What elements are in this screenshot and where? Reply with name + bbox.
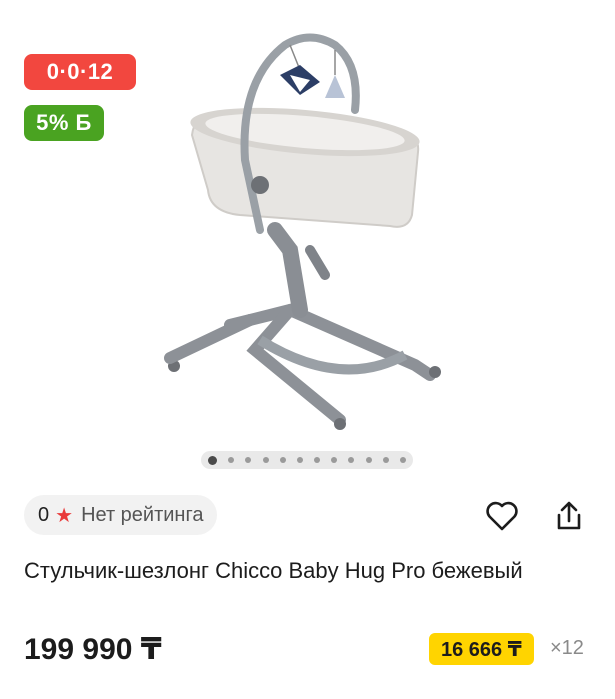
share-button[interactable] bbox=[551, 498, 587, 534]
gallery-dot[interactable] bbox=[382, 457, 389, 463]
favorite-button[interactable] bbox=[484, 498, 520, 534]
gallery-dot[interactable] bbox=[245, 457, 252, 463]
heart-icon bbox=[486, 501, 518, 531]
installment-badge: 0·0·12 bbox=[24, 54, 136, 90]
gallery-dot[interactable] bbox=[331, 457, 338, 463]
installment-months: ×12 bbox=[550, 637, 584, 659]
rating-label: Нет рейтинга bbox=[81, 503, 204, 526]
bonus-badge: 5% Б bbox=[24, 105, 104, 141]
gallery-dot[interactable] bbox=[365, 457, 372, 463]
gallery-dot[interactable] bbox=[399, 457, 406, 463]
gallery-dot[interactable] bbox=[348, 457, 355, 463]
product-price: 199 990 ₸ bbox=[24, 633, 162, 666]
star-icon: ★ bbox=[55, 504, 74, 527]
gallery-dot[interactable] bbox=[228, 457, 235, 463]
gallery-dot[interactable] bbox=[296, 457, 303, 463]
gallery-dot[interactable] bbox=[208, 455, 217, 465]
gallery-pagination[interactable] bbox=[201, 451, 413, 469]
monthly-payment-badge[interactable]: 16 666 ₸ bbox=[429, 633, 534, 665]
rating-pill[interactable]: 0 ★ Нет рейтинга bbox=[24, 495, 218, 535]
gallery-dot[interactable] bbox=[262, 457, 269, 463]
rating-count: 0 bbox=[38, 503, 50, 526]
product-title: Стульчик-шезлонг Chicco Baby Hug Pro беж… bbox=[24, 558, 523, 583]
share-icon bbox=[557, 501, 581, 530]
gallery-dot[interactable] bbox=[279, 457, 286, 463]
baby-bassinet-chair-image bbox=[164, 33, 441, 430]
product-image[interactable] bbox=[150, 20, 470, 440]
gallery-dot[interactable] bbox=[314, 457, 321, 463]
